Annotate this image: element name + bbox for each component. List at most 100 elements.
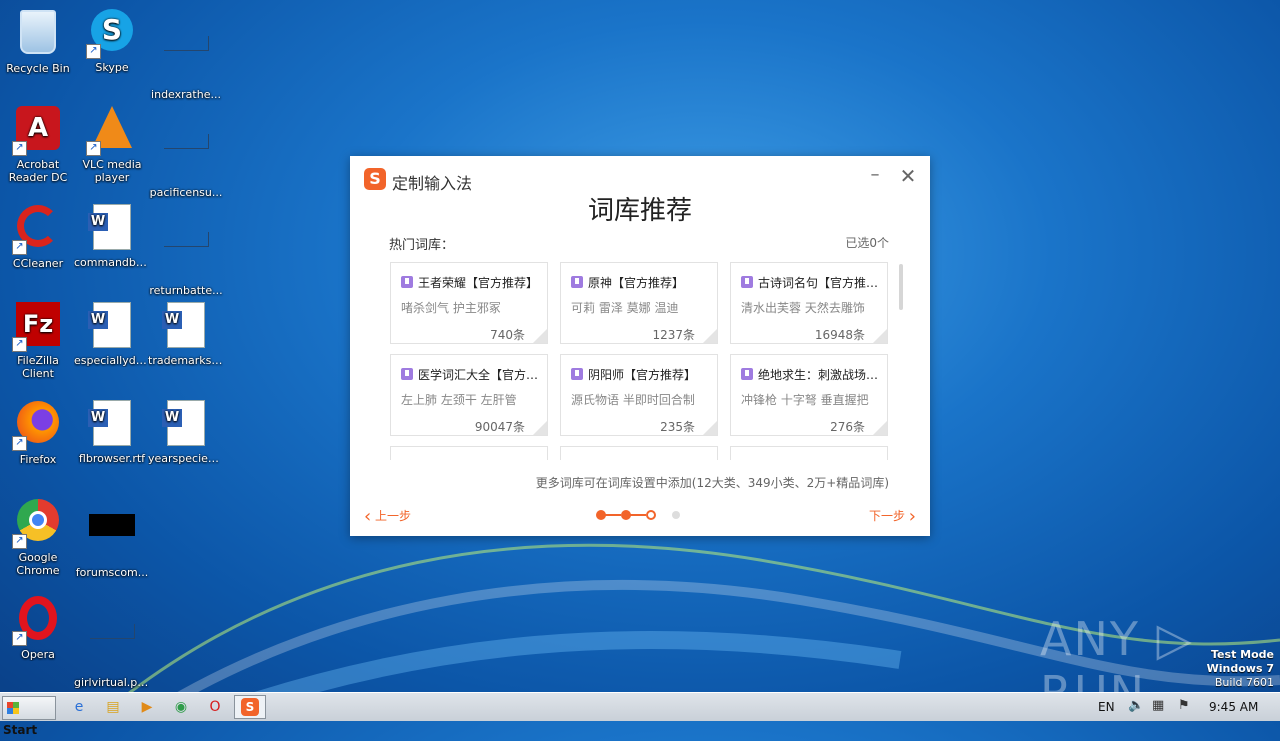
desktop-icon[interactable]: Wespeciallyde... bbox=[74, 300, 150, 367]
desktop-icon-label: CCleaner bbox=[12, 257, 64, 270]
card-corner-icon bbox=[873, 421, 887, 435]
card-count: 16948条 bbox=[814, 328, 865, 342]
desktop-icon-label: yearspecies... bbox=[148, 452, 224, 465]
desktop-icon[interactable]: ↗ Opera bbox=[0, 594, 76, 661]
dictionary-card[interactable]: 原神【官方推荐】 可莉 雷泽 莫娜 温迪 1237条 bbox=[560, 262, 718, 344]
desktop-icon-label: VLC media player bbox=[82, 158, 142, 184]
action-center-flag-icon[interactable]: ⚑ bbox=[1178, 698, 1190, 713]
dictionary-card[interactable]: 绝地求生：刺激战场【官方推荐】冲锋枪 十字弩 垂直握把 276条 bbox=[730, 354, 888, 436]
vlc-icon: ↗ bbox=[86, 106, 136, 156]
more-dictionaries-note: 更多词库可在词库设置中添加(12大类、349小类、2万+精品词库) bbox=[535, 476, 889, 490]
dictionary-card[interactable]: 阴阳师【官方推荐】 源氏物语 半即时回合制 235条 bbox=[560, 354, 718, 436]
card-description: 清水出芙蓉 天然去雕饰 bbox=[741, 301, 865, 315]
step-connector bbox=[605, 514, 621, 516]
desktop-icon[interactable]: girlvirtual.png bbox=[74, 594, 150, 689]
desktop-icon[interactable]: Wflbrowser.rtf bbox=[74, 398, 150, 465]
word-doc-icon: W bbox=[88, 400, 136, 448]
desktop-icon[interactable]: forumscom... bbox=[74, 496, 150, 579]
desktop-icon-label: FileZilla Client bbox=[17, 354, 59, 380]
firefox-icon: ↗ bbox=[12, 401, 62, 451]
desktop-icon[interactable]: pacificensu... bbox=[148, 104, 224, 199]
page-heading: 词库推荐 bbox=[587, 196, 692, 226]
step-dot bbox=[672, 511, 680, 519]
card-description: 啫杀剑气 护主邪冢 bbox=[401, 301, 501, 315]
card-count: 276条 bbox=[830, 420, 865, 434]
desktop-icon[interactable]: Wcommandbo... bbox=[74, 202, 150, 269]
book-icon bbox=[401, 368, 413, 380]
opera-icon: ↗ bbox=[12, 596, 62, 646]
sogou-taskbar-button[interactable]: S bbox=[234, 695, 266, 719]
desktop-icon[interactable]: indexrathe... bbox=[148, 6, 224, 101]
desktop-icon-label: commandbo... bbox=[74, 256, 150, 269]
desktop-icon[interactable]: Fz ↗ FileZilla Client bbox=[0, 300, 76, 380]
dictionary-card[interactable]: 古诗词名句【官方推荐】 清水出芙蓉 天然去雕饰 16948条 bbox=[730, 262, 888, 344]
desktop-icon[interactable]: ↗ Firefox bbox=[0, 398, 76, 466]
ccleaner-icon: ↗ bbox=[12, 205, 62, 255]
opera-icon[interactable]: O bbox=[202, 696, 228, 718]
media-player-icon[interactable]: ▶ bbox=[134, 696, 160, 718]
network-icon[interactable]: ▦ bbox=[1152, 698, 1164, 713]
dictionary-card[interactable]: 医学词汇大全【官方推荐】左上肺 左颈干 左肝管 90047条 bbox=[390, 354, 548, 436]
shortcut-arrow-icon: ↗ bbox=[12, 141, 27, 156]
card-corner-icon bbox=[873, 329, 887, 343]
desktop-icon[interactable]: Wtrademarksc... bbox=[148, 300, 224, 367]
card-description: 左上肺 左颈干 左肝管 bbox=[401, 393, 517, 407]
close-button[interactable]: ✕ bbox=[898, 166, 918, 186]
next-step-button[interactable]: 下一步 › bbox=[869, 506, 916, 527]
desktop-icon[interactable]: A ↗ Acrobat Reader DC bbox=[0, 104, 76, 184]
desktop-icon[interactable]: ↗ CCleaner bbox=[0, 202, 76, 270]
desktop-icon-label: trademarksc... bbox=[148, 354, 224, 367]
book-icon bbox=[571, 368, 583, 380]
custom-ime-dialog: S 定制输入法 – ✕ 词库推荐 热门词库： 已选0个 王者荣耀【官方推荐】 啫杀… bbox=[350, 156, 930, 536]
dictionary-card[interactable]: 王者荣耀【官方推荐】 啫杀剑气 护主邪冢 740条 bbox=[390, 262, 548, 344]
desktop-icon[interactable]: ↗ VLC media player bbox=[74, 104, 150, 184]
chrome-icon[interactable]: ◉ bbox=[168, 696, 194, 718]
explorer-icon[interactable]: ▤ bbox=[100, 696, 126, 718]
card-corner-icon bbox=[533, 421, 547, 435]
desktop-icon-label: Recycle Bin bbox=[6, 62, 70, 75]
desktop-icon-label: girlvirtual.png bbox=[74, 676, 150, 689]
dictionary-card[interactable] bbox=[390, 446, 548, 460]
book-icon bbox=[741, 276, 753, 288]
shortcut-arrow-icon: ↗ bbox=[12, 534, 27, 549]
card-description: 冲锋枪 十字弩 垂直握把 bbox=[741, 393, 869, 407]
blank-file-icon bbox=[162, 134, 210, 182]
test-mode-notice: Test Mode Windows 7 Build 7601 bbox=[1207, 648, 1274, 690]
start-button[interactable]: Start bbox=[2, 696, 56, 737]
blank-file-icon bbox=[88, 624, 136, 672]
desktop-icon[interactable]: returnbatte... bbox=[148, 202, 224, 297]
recycle-bin-icon bbox=[14, 10, 62, 58]
word-doc-icon: W bbox=[162, 302, 210, 350]
ie-icon[interactable]: e bbox=[66, 696, 92, 718]
step-connector bbox=[630, 514, 646, 516]
shortcut-arrow-icon: ↗ bbox=[12, 631, 27, 646]
book-icon bbox=[401, 276, 413, 288]
desktop-icon-label: pacificensu... bbox=[149, 186, 223, 199]
scrollbar[interactable] bbox=[899, 264, 903, 310]
section-label: 热门词库： bbox=[389, 238, 455, 253]
desktop-icon[interactable]: Wyearspecies... bbox=[148, 398, 224, 465]
desktop-icon[interactable]: ↗ Google Chrome bbox=[0, 496, 76, 577]
test-mode-line: Test Mode bbox=[1211, 648, 1274, 661]
chevron-left-icon: ‹ bbox=[364, 506, 372, 527]
dictionary-card-grid: 王者荣耀【官方推荐】 啫杀剑气 护主邪冢 740条 原神【官方推荐】 可莉 雷泽 莫娜 … bbox=[390, 262, 890, 460]
previous-step-button[interactable]: ‹ 上一步 bbox=[364, 506, 411, 527]
card-description: 可莉 雷泽 莫娜 温迪 bbox=[571, 301, 679, 315]
dictionary-card[interactable] bbox=[560, 446, 718, 460]
shortcut-arrow-icon: ↗ bbox=[86, 44, 101, 59]
volume-icon[interactable]: 🔈 bbox=[1128, 698, 1144, 713]
clock[interactable]: 9:45 AM bbox=[1209, 700, 1258, 714]
desktop-icon[interactable]: Recycle Bin bbox=[0, 6, 76, 75]
card-title: 绝地求生：刺激战场【官方推荐】 bbox=[758, 368, 882, 382]
taskbar: Start e ▤ ▶ ◉ O S EN 🔈 ▦ ⚑ 9:45 AM bbox=[0, 692, 1280, 737]
card-title: 医学词汇大全【官方推荐】 bbox=[418, 368, 542, 382]
desktop-icon[interactable]: S ↗ Skype bbox=[74, 6, 150, 74]
chevron-right-icon: › bbox=[908, 506, 916, 527]
dictionary-card[interactable] bbox=[730, 446, 888, 460]
shortcut-arrow-icon: ↗ bbox=[12, 337, 27, 352]
minimize-button[interactable]: – bbox=[866, 166, 884, 186]
windows-logo-icon bbox=[7, 702, 19, 714]
language-indicator[interactable]: EN bbox=[1098, 700, 1115, 714]
desktop-icon-label: Firefox bbox=[19, 453, 57, 466]
card-title: 王者荣耀【官方推荐】 bbox=[418, 276, 539, 290]
